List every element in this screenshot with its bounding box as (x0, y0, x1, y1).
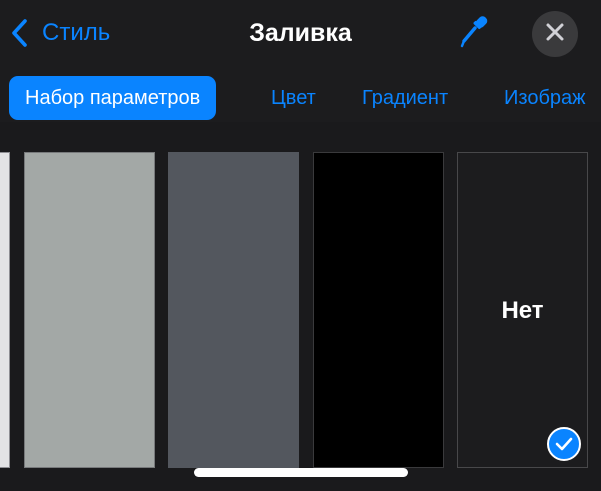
swatch-light-gray[interactable] (24, 152, 155, 468)
tab-presets[interactable]: Набор параметров (9, 76, 217, 120)
swatch-dark-gray[interactable] (168, 152, 299, 468)
checkmark-icon (547, 427, 581, 461)
eyedropper-icon (459, 14, 489, 53)
swatch-list: Нет (0, 122, 601, 491)
close-icon (545, 22, 565, 47)
chevron-left-icon (10, 14, 36, 52)
swatch-black[interactable] (313, 152, 444, 468)
tab-gradient[interactable]: Градиент (362, 76, 448, 120)
back-label: Стиль (42, 19, 111, 46)
tab-color[interactable]: Цвет (271, 76, 316, 120)
fill-tabs: Набор параметров Цвет Градиент Изображ (0, 76, 601, 122)
back-button[interactable]: Стиль (10, 14, 110, 52)
swatch-none-label: Нет (501, 297, 544, 324)
swatch-white[interactable] (0, 152, 10, 468)
home-indicator (194, 468, 408, 477)
tab-image[interactable]: Изображ (504, 76, 586, 120)
swatch-none[interactable]: Нет (457, 152, 588, 468)
eyedropper-button[interactable] (456, 14, 492, 52)
fill-panel: Стиль Заливка Набор параметров Цвет Град… (0, 0, 601, 491)
header: Стиль Заливка (0, 0, 601, 66)
close-button[interactable] (532, 11, 578, 57)
